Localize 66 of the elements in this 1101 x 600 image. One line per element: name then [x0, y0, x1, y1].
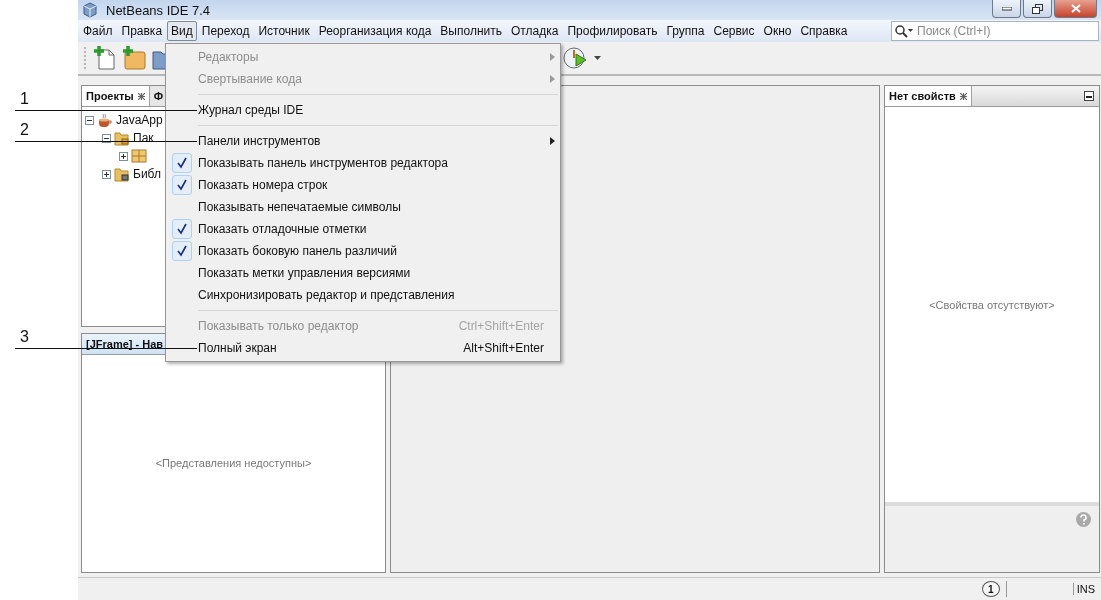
menu-item[interactable]: Показывать непечатаемые символы: [166, 196, 560, 218]
menu-item[interactable]: Группа: [662, 21, 709, 41]
close-button[interactable]: [1054, 0, 1097, 18]
restore-icon: [1032, 3, 1043, 14]
dropdown-caret-icon[interactable]: [594, 56, 601, 60]
profile-clock-icon[interactable]: [562, 45, 588, 71]
coffee-cup-icon: [97, 112, 113, 128]
menu-item[interactable]: Показать номера строк: [166, 174, 560, 196]
menu-item[interactable]: Правка: [117, 21, 167, 41]
menu-item[interactable]: Синхронизировать редактор и представления: [166, 284, 560, 306]
expand-icon[interactable]: [102, 169, 111, 179]
submenu-arrow-icon: [550, 137, 555, 145]
check-icon: [176, 179, 188, 191]
new-file-icon[interactable]: [94, 46, 116, 70]
callout-number: 3: [20, 328, 29, 346]
minimize-icon[interactable]: [1084, 91, 1094, 101]
menu-item[interactable]: Показать отладочные отметки: [166, 218, 560, 240]
restore-button[interactable]: [1023, 0, 1052, 18]
close-icon: [1070, 4, 1081, 13]
menu-item[interactable]: Профилировать: [563, 21, 662, 41]
tree-item-label[interactable]: JavaApp: [116, 113, 163, 127]
minimize-button[interactable]: [992, 0, 1021, 18]
insert-mode: INS: [1072, 583, 1095, 595]
menu-item[interactable]: Сервис: [709, 21, 759, 41]
checkbox[interactable]: [172, 153, 192, 173]
close-icon[interactable]: [959, 92, 967, 100]
menu-item[interactable]: Показать метки управления версиями: [166, 262, 560, 284]
callout-number: 2: [20, 121, 29, 139]
menu-item[interactable]: Выполнить: [436, 21, 506, 41]
check-icon: [176, 245, 188, 257]
new-project-icon[interactable]: [122, 46, 146, 70]
menu-item[interactable]: Справка: [796, 21, 852, 41]
window-title: NetBeans IDE 7.4: [106, 2, 211, 18]
package-icon: [131, 149, 147, 163]
library-folder-icon: [114, 166, 130, 182]
notification-badge[interactable]: 1: [981, 581, 1000, 597]
minimize-icon: [1001, 6, 1012, 11]
empty-message: <Свойства отсутствуют>: [929, 298, 1055, 311]
tree-item-label[interactable]: Библ: [133, 167, 161, 181]
menu-item[interactable]: Реорганизация кода: [314, 21, 436, 41]
checkbox[interactable]: [172, 175, 192, 195]
cube-icon: [82, 2, 98, 18]
menu-item[interactable]: Полный экран Alt+Shift+Enter: [166, 337, 560, 359]
menu-item[interactable]: Панели инструментов: [166, 130, 560, 152]
submenu-arrow-icon: [550, 53, 555, 61]
menu-item[interactable]: Файл: [79, 21, 117, 41]
menu-item[interactable]: Отладка: [507, 21, 563, 41]
submenu-arrow-icon: [550, 75, 555, 83]
check-icon: [176, 223, 188, 235]
panel-tab[interactable]: Нет свойств: [885, 86, 972, 106]
menu-item[interactable]: Вид: [167, 21, 197, 41]
callout-number: 1: [20, 90, 29, 108]
checkbox[interactable]: [172, 219, 192, 239]
menu-item[interactable]: Журнал среды IDE: [166, 99, 560, 121]
menu-item[interactable]: Переход: [197, 21, 254, 41]
checkbox[interactable]: [172, 241, 192, 261]
menu-item[interactable]: Показать боковую панель различий: [166, 240, 560, 262]
menu-item[interactable]: Окно: [759, 21, 796, 41]
check-icon: [176, 157, 188, 169]
menu-item[interactable]: Источник: [254, 21, 314, 41]
expand-icon[interactable]: [85, 115, 94, 125]
expand-icon[interactable]: [119, 151, 128, 161]
close-icon[interactable]: [137, 92, 145, 100]
panel-tab[interactable]: Проекты: [82, 86, 150, 106]
menu-item[interactable]: Показывать панель инструментов редактора: [166, 152, 560, 174]
empty-message: <Представления недоступны>: [155, 457, 312, 470]
